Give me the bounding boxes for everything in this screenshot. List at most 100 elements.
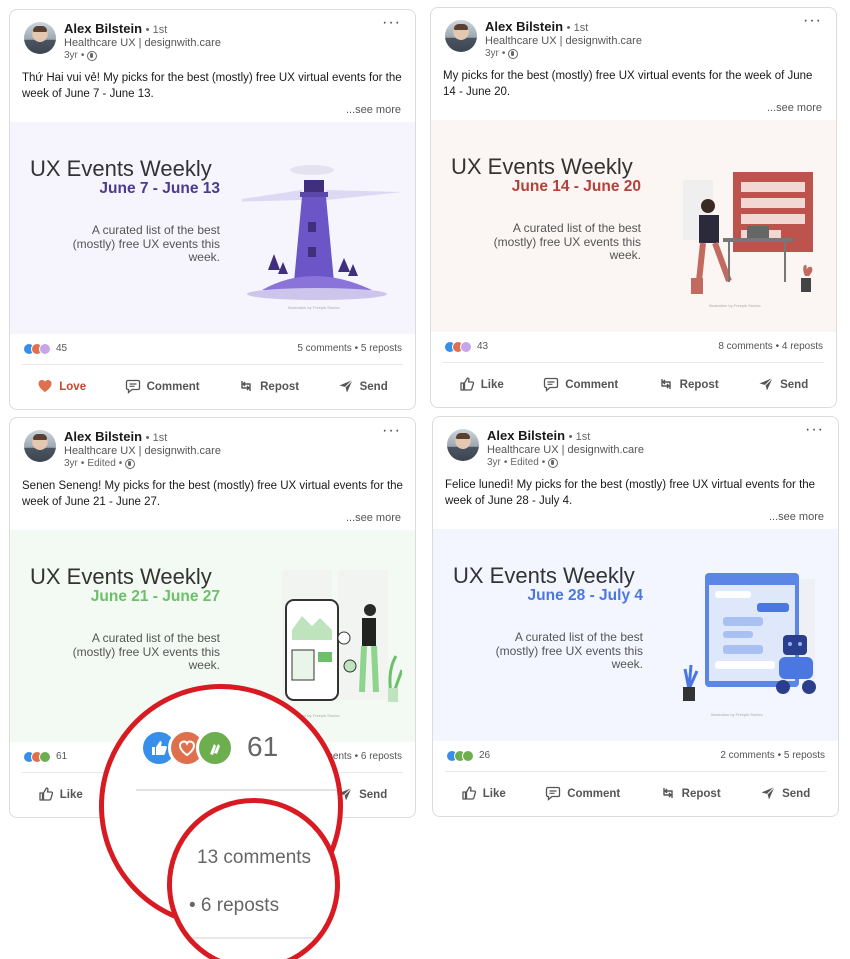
more-options-icon[interactable]: ··· bbox=[382, 422, 401, 440]
avatar[interactable] bbox=[24, 430, 56, 462]
reposts-count[interactable]: 4 reposts bbox=[782, 341, 823, 352]
post-meta: 3yr • bbox=[64, 50, 98, 61]
repost-button[interactable]: Repost bbox=[652, 779, 729, 810]
banner-credit: Illustration by Freepik Stories bbox=[709, 303, 761, 308]
more-options-icon[interactable]: ··· bbox=[382, 14, 401, 32]
banner-description: A curated list of the best (mostly) free… bbox=[493, 221, 641, 262]
comment-label: Comment bbox=[146, 381, 200, 393]
comments-count[interactable]: 5 comments bbox=[297, 343, 351, 354]
zoom-divider bbox=[136, 789, 338, 791]
avatar[interactable] bbox=[24, 22, 56, 54]
reaction-icons[interactable] bbox=[23, 751, 51, 763]
banner-dates: June 21 - June 27 bbox=[90, 588, 220, 605]
post-image[interactable]: UX Events Weekly June 14 - June 20 A cur… bbox=[431, 120, 836, 332]
comments-count[interactable]: 2 comments bbox=[720, 750, 774, 761]
send-button[interactable]: Send bbox=[330, 372, 396, 403]
author-line: Alex Bilstein • 1st bbox=[485, 19, 589, 34]
comment-label: Comment bbox=[565, 379, 619, 391]
edited-label: Edited bbox=[87, 458, 116, 469]
reaction-count[interactable]: 45 bbox=[56, 343, 67, 354]
author-name[interactable]: Alex Bilstein bbox=[485, 19, 563, 34]
comment-icon bbox=[545, 785, 561, 804]
send-label: Send bbox=[359, 381, 388, 393]
like-button[interactable]: Like bbox=[451, 370, 512, 401]
comment-button[interactable]: Comment bbox=[537, 779, 628, 810]
comments-count[interactable]: 8 comments bbox=[718, 341, 772, 352]
send-button[interactable]: Send bbox=[752, 779, 818, 810]
banner-dates: June 28 - July 4 bbox=[527, 587, 643, 604]
see-more-link[interactable]: ...see more bbox=[10, 102, 415, 122]
zoom-comments-count: 13 comments bbox=[197, 847, 312, 868]
post-age: 3yr bbox=[64, 50, 78, 61]
author-line: Alex Bilstein • 1st bbox=[64, 429, 168, 444]
repost-label: Repost bbox=[681, 788, 721, 800]
post-image[interactable]: UX Events Weekly June 7 - June 13 A cura… bbox=[10, 122, 415, 334]
repost-button[interactable]: Repost bbox=[230, 372, 307, 403]
reposts-count[interactable]: 5 reposts bbox=[361, 343, 402, 354]
celebrate-reaction-icon bbox=[462, 750, 474, 762]
comments-reposts: 2 comments • 5 reposts bbox=[720, 750, 825, 761]
post-meta: 3yr • Edited • bbox=[64, 458, 136, 469]
celebrate-reaction-icon bbox=[460, 341, 472, 353]
author-line: Alex Bilstein • 1st bbox=[487, 428, 591, 443]
action-bar: Love Comment Repost Send bbox=[10, 365, 415, 409]
banner-description: A curated list of the best (mostly) free… bbox=[72, 631, 220, 672]
thumbs-up-icon bbox=[459, 376, 475, 395]
post-age: 3yr bbox=[487, 457, 501, 468]
see-more-link[interactable]: ...see more bbox=[10, 510, 415, 530]
author-headline: Healthcare UX | designwith.care bbox=[485, 35, 642, 47]
comments-reposts: 8 comments • 4 reposts bbox=[718, 341, 823, 352]
zoom-comments-callout: 13 comments • 6 reposts bbox=[167, 798, 340, 959]
more-options-icon[interactable]: ··· bbox=[803, 12, 822, 30]
send-button[interactable]: Send bbox=[750, 370, 816, 401]
reposts-count[interactable]: 6 reposts bbox=[361, 751, 402, 762]
react-label: Love bbox=[59, 381, 87, 393]
reaction-icons[interactable] bbox=[444, 341, 472, 353]
repost-button[interactable]: Repost bbox=[650, 370, 727, 401]
author-name[interactable]: Alex Bilstein bbox=[487, 428, 565, 443]
banner-title: UX Events Weekly bbox=[30, 156, 212, 181]
comment-button[interactable]: Comment bbox=[535, 370, 626, 401]
reaction-icons[interactable] bbox=[446, 750, 474, 762]
see-more-link[interactable]: ...see more bbox=[431, 100, 836, 120]
post-card: Alex Bilstein • 1st Healthcare UX | desi… bbox=[432, 416, 839, 817]
reaction-count[interactable]: 61 bbox=[56, 751, 67, 762]
connection-degree: 1st bbox=[152, 24, 168, 36]
post-image[interactable]: UX Events Weekly June 28 - July 4 A cura… bbox=[433, 529, 838, 741]
author-headline: Healthcare UX | designwith.care bbox=[487, 444, 644, 456]
more-options-icon[interactable]: ··· bbox=[805, 421, 824, 439]
author-name[interactable]: Alex Bilstein bbox=[64, 21, 142, 36]
thumbs-up-icon bbox=[461, 785, 477, 804]
globe-icon bbox=[87, 50, 98, 61]
see-more-link[interactable]: ...see more bbox=[433, 509, 838, 529]
love-button[interactable]: Love bbox=[29, 372, 94, 403]
post-text: Thứ Hai vui vẻ! My picks for the best (m… bbox=[22, 72, 402, 100]
banner-dates: June 14 - June 20 bbox=[511, 178, 641, 195]
zoom-reaction-icons bbox=[140, 729, 234, 767]
author-name[interactable]: Alex Bilstein bbox=[64, 429, 142, 444]
post-text: Senen Seneng! My picks for the best (mos… bbox=[22, 480, 403, 508]
post-age: 3yr bbox=[485, 48, 499, 59]
celebrate-reaction-icon bbox=[39, 751, 51, 763]
reaction-icons[interactable] bbox=[23, 343, 51, 355]
react-label: Like bbox=[59, 789, 83, 801]
send-label: Send bbox=[780, 379, 809, 391]
like-button[interactable]: Like bbox=[30, 780, 91, 811]
reposts-count[interactable]: 5 reposts bbox=[784, 750, 825, 761]
banner-title: UX Events Weekly bbox=[451, 154, 633, 179]
zoom-divider-small bbox=[192, 937, 332, 939]
social-counts: 45 5 comments • 5 reposts bbox=[10, 334, 415, 364]
globe-icon bbox=[548, 457, 559, 468]
avatar[interactable] bbox=[447, 429, 479, 461]
avatar[interactable] bbox=[445, 20, 477, 52]
react-label: Like bbox=[480, 379, 504, 391]
post-header: Alex Bilstein • 1st Healthcare UX | desi… bbox=[431, 8, 836, 68]
zoom-reposts-count: • 6 reposts bbox=[189, 895, 280, 916]
comment-button[interactable]: Comment bbox=[117, 372, 208, 403]
like-button[interactable]: Like bbox=[453, 779, 514, 810]
reaction-count[interactable]: 26 bbox=[479, 750, 490, 761]
send-label: Send bbox=[359, 789, 388, 801]
send-icon bbox=[758, 376, 774, 395]
reaction-count[interactable]: 43 bbox=[477, 341, 488, 352]
comment-icon bbox=[543, 376, 559, 395]
